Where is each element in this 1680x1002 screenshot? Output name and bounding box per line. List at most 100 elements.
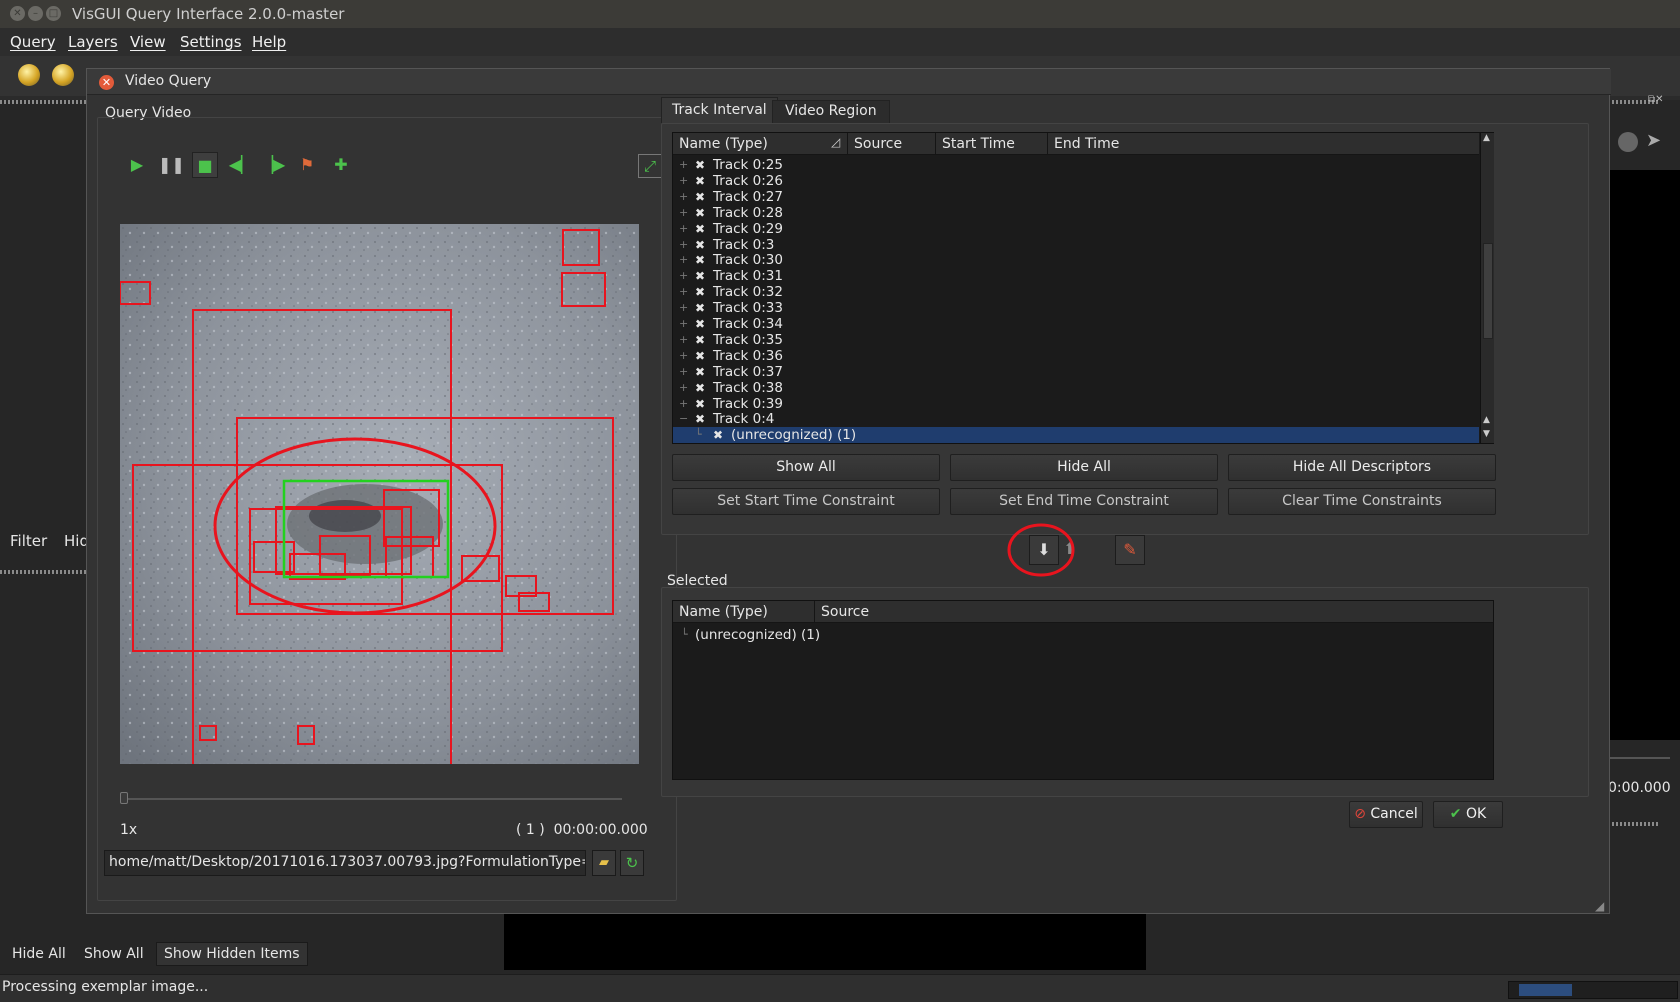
track-row[interactable]: − ✖ Track 0:4	[673, 411, 1479, 427]
track-visibility-icon[interactable]: ✖	[695, 300, 705, 316]
maximize-window-icon[interactable]: □	[46, 6, 61, 21]
selected-col-source[interactable]: Source	[815, 601, 1493, 623]
menu-view[interactable]: View	[130, 33, 166, 51]
globe-icon[interactable]	[1618, 132, 1638, 152]
video-path-input[interactable]: home/matt/Desktop/20171016.173037.00793.…	[104, 850, 586, 876]
col-name-type[interactable]: Name (Type)	[673, 133, 848, 155]
tracks-scroll-thumb[interactable]	[1483, 243, 1493, 339]
preview-slider[interactable]	[1608, 757, 1670, 759]
tree-expand-icon[interactable]: +	[679, 364, 688, 380]
track-row[interactable]: + ✖ Track 0:31	[673, 268, 1479, 284]
track-row[interactable]: + ✖ Track 0:33	[673, 300, 1479, 316]
dialog-close-icon[interactable]: ✕	[99, 75, 114, 90]
tree-expand-icon[interactable]: +	[679, 268, 688, 284]
track-visibility-icon[interactable]: ✖	[695, 411, 705, 427]
add-keyframe-icon[interactable]: ✚	[328, 152, 354, 178]
track-visibility-icon[interactable]: ✖	[695, 332, 705, 348]
track-visibility-icon[interactable]: ✖	[695, 252, 705, 268]
clear-time-constraints-button[interactable]: Clear Time Constraints	[1228, 488, 1496, 515]
track-row[interactable]: + ✖ Track 0:30	[673, 252, 1479, 268]
hide-all-button[interactable]: Hide All	[12, 946, 66, 962]
track-row[interactable]: + ✖ Track 0:28	[673, 205, 1479, 221]
tree-expand-icon[interactable]: +	[679, 252, 688, 268]
tree-expand-icon[interactable]: +	[679, 396, 688, 412]
scroll-down-icon[interactable]: ▼	[1483, 429, 1490, 439]
selected-row[interactable]: └ (unrecognized) (1)	[673, 627, 1493, 643]
fit-view-icon[interactable]: ⤢	[638, 154, 662, 178]
track-row[interactable]: + ✖ Track 0:29	[673, 221, 1479, 237]
menu-layers[interactable]: Layers	[68, 33, 118, 51]
minimize-window-icon[interactable]: –	[28, 6, 43, 21]
tree-expand-icon[interactable]: +	[679, 189, 688, 205]
step-back-icon[interactable]: ◀▏	[228, 152, 254, 178]
tree-expand-icon[interactable]: +	[679, 316, 688, 332]
track-row[interactable]: + ✖ Track 0:3	[673, 237, 1479, 253]
video-slider-track[interactable]	[120, 798, 622, 800]
scroll-up-icon[interactable]: ▲	[1483, 415, 1490, 425]
track-visibility-icon[interactable]: ✖	[695, 396, 705, 412]
ok-button[interactable]: ✔ OK	[1433, 801, 1503, 828]
track-visibility-icon[interactable]: ✖	[695, 364, 705, 380]
tab-video-region[interactable]: Video Region	[772, 100, 890, 123]
track-visibility-icon[interactable]: ✖	[695, 221, 705, 237]
col-source[interactable]: Source	[848, 133, 936, 155]
track-visibility-icon[interactable]: ✖	[695, 380, 705, 396]
hide-all-tracks-button[interactable]: Hide All	[950, 454, 1218, 481]
menu-query[interactable]: Query	[10, 33, 56, 51]
col-end-time[interactable]: End Time	[1048, 133, 1479, 155]
track-row[interactable]: + ✖ Track 0:32	[673, 284, 1479, 300]
frame-export-icon[interactable]: ⚑	[294, 152, 320, 178]
clear-selection-icon[interactable]: ✎	[1115, 535, 1145, 565]
selected-col-name-type[interactable]: Name (Type)	[673, 601, 815, 623]
play-icon[interactable]: ▶	[124, 152, 150, 178]
track-row[interactable]: + ✖ Track 0:38	[673, 380, 1479, 396]
show-all-tracks-button[interactable]: Show All	[672, 454, 940, 481]
pause-icon[interactable]: ❚❚	[158, 152, 185, 178]
track-row[interactable]: + ✖ Track 0:26	[673, 173, 1479, 189]
menu-settings[interactable]: Settings	[180, 33, 242, 51]
track-visibility-icon[interactable]: ✖	[695, 268, 705, 284]
tree-expand-icon[interactable]: +	[679, 237, 688, 253]
set-start-time-button[interactable]: Set Start Time Constraint	[672, 488, 940, 515]
track-visibility-icon[interactable]: ✖	[695, 237, 705, 253]
track-visibility-icon[interactable]: ✖	[695, 173, 705, 189]
tab-track-interval[interactable]: Track Interval	[661, 97, 778, 123]
tracks-scrollbar[interactable]: ▲ ▲ ▼	[1480, 133, 1494, 443]
resize-grip-icon[interactable]: ◢	[1595, 899, 1604, 913]
tree-expand-icon[interactable]: +	[679, 300, 688, 316]
tree-expand-icon[interactable]: +	[679, 332, 688, 348]
track-row[interactable]: + ✖ Track 0:35	[673, 332, 1479, 348]
menu-help[interactable]: Help	[252, 33, 286, 51]
open-folder-icon[interactable]: ▰	[592, 850, 616, 876]
refresh-icon[interactable]: ↻	[620, 850, 644, 876]
tree-expand-icon[interactable]: −	[679, 411, 688, 427]
track-row[interactable]: + ✖ Track 0:34	[673, 316, 1479, 332]
tree-expand-icon[interactable]: +	[679, 157, 688, 173]
video-slider-handle[interactable]	[120, 792, 128, 804]
stop-icon[interactable]: ■	[192, 152, 218, 178]
track-visibility-icon[interactable]: ✖	[695, 205, 705, 221]
tree-expand-icon[interactable]: +	[679, 205, 688, 221]
scroll-up-icon[interactable]: ▲	[1483, 133, 1490, 143]
dock-close-icon[interactable]: ⧉✕	[1648, 94, 1664, 105]
tree-expand-icon[interactable]: +	[679, 221, 688, 237]
track-row[interactable]: + ✖ Track 0:37	[673, 364, 1479, 380]
track-visibility-icon[interactable]: ✖	[713, 427, 723, 443]
show-all-button[interactable]: Show All	[84, 946, 144, 962]
track-row[interactable]: + ✖ Track 0:39	[673, 396, 1479, 412]
pointer-icon[interactable]: ➤	[1646, 130, 1661, 151]
show-hidden-items-button[interactable]: Show Hidden Items	[156, 942, 308, 966]
hide-all-descriptors-button[interactable]: Hide All Descriptors	[1228, 454, 1496, 481]
track-visibility-icon[interactable]: ✖	[695, 284, 705, 300]
query-wizard-icon[interactable]	[52, 64, 74, 86]
col-start-time[interactable]: Start Time	[936, 133, 1048, 155]
track-visibility-icon[interactable]: ✖	[695, 157, 705, 173]
set-end-time-button[interactable]: Set End Time Constraint	[950, 488, 1218, 515]
tree-expand-icon[interactable]: +	[679, 173, 688, 189]
track-row[interactable]: + ✖ Track 0:36	[673, 348, 1479, 364]
tree-expand-icon[interactable]: +	[679, 284, 688, 300]
track-child-row-selected[interactable]: └ ✖ (unrecognized) (1)	[673, 427, 1479, 444]
video-viewport[interactable]	[120, 224, 639, 764]
tree-expand-icon[interactable]: +	[679, 380, 688, 396]
close-window-icon[interactable]: ✕	[10, 6, 25, 21]
